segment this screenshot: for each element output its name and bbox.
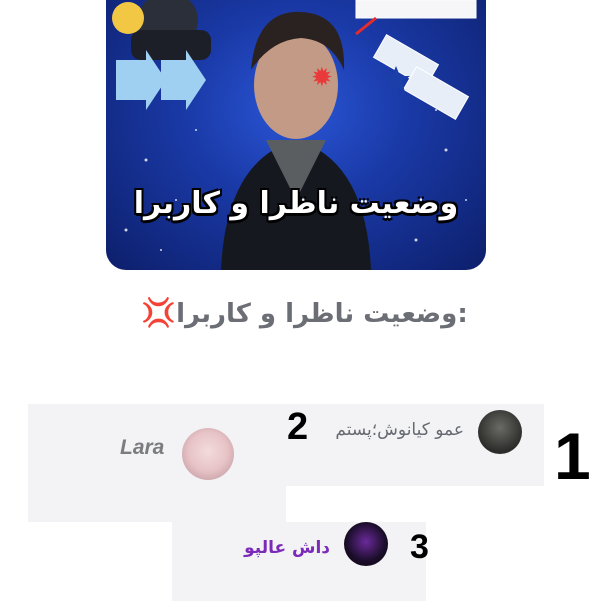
avatar[interactable]: [344, 522, 388, 566]
section-title: :وضعیت ناظرا و کاربرا💢: [0, 296, 599, 329]
user-name[interactable]: عمو کیانوش؛پستم: [335, 420, 464, 440]
cover-image[interactable]: ✹ وضعیت ناظرا و کاربرا: [106, 0, 486, 270]
rank-number-3: 3: [410, 528, 429, 566]
rank-number-1: 1: [554, 419, 591, 493]
avatar[interactable]: [182, 428, 234, 480]
avatar[interactable]: [478, 410, 522, 454]
user-card-2[interactable]: Lara: [28, 404, 286, 522]
cover-title-text: وضعیت ناظرا و کاربرا: [133, 186, 459, 221]
user-card-3[interactable]: داش عالپو: [172, 522, 426, 601]
section-title-text: :وضعیت ناظرا و کاربرا: [176, 299, 468, 329]
user-card-1[interactable]: عمو کیانوش؛پستم: [286, 404, 544, 486]
cover-illustration: ✹: [112, 0, 477, 270]
user-name[interactable]: Lara: [120, 436, 164, 460]
anger-symbol-icon: 💢: [141, 296, 177, 329]
user-name[interactable]: داش عالپو: [244, 538, 330, 558]
svg-text:✹: ✹: [311, 63, 333, 93]
rank-number-2: 2: [287, 406, 309, 448]
